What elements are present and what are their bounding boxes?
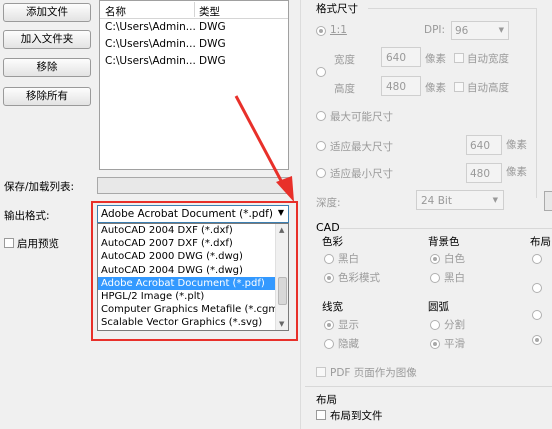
arc-smooth-radio[interactable] [430,339,440,349]
lw-show-radio[interactable] [324,320,334,330]
layout-radio[interactable] [532,254,542,264]
color-mode-label: 色彩模式 [338,272,380,284]
cad-section-title: CAD [316,221,340,234]
height-label: 高度 [334,83,355,95]
col-name-header[interactable]: 名称 [105,4,126,19]
max-possible-label: 最大可能尺寸 [330,111,393,123]
fit-min-value: 480 [470,168,491,180]
pdf-as-image-label: PDF 页面作为图像 [330,367,417,379]
ratio-label: 1:1 [330,24,347,36]
arc-split-label: 分割 [444,319,465,331]
arc-group-title: 圆弧 [428,301,449,313]
dpi-value: 96 [455,25,469,37]
pdf-as-image-checkbox[interactable] [316,367,326,377]
dpi-label: DPI: [424,24,446,36]
section-line [340,228,552,229]
fit-max-value: 640 [470,140,491,152]
max-possible-radio[interactable] [316,111,326,121]
custom-size-radio[interactable] [316,67,326,77]
height-input[interactable]: 480 [381,76,421,96]
file-type: DWG [199,38,226,50]
file-list-header: 名称 类型 [100,1,288,19]
enable-preview-label: 启用预览 [17,238,59,250]
fit-min-unit: 像素 [506,166,527,178]
bg-white-radio[interactable] [430,254,440,264]
save-load-label: 保存/加载列表: [4,181,75,193]
auto-height-label: 自动高度 [467,82,509,94]
file-name: C:\Users\Admin... [105,21,196,33]
width-unit: 像素 [425,53,446,65]
chevron-down-icon[interactable]: ▼ [493,196,498,204]
remove-button[interactable]: 移除 [3,58,91,77]
table-row[interactable]: C:\Users\Admin... DWG [100,36,288,53]
layout-radio[interactable] [532,310,542,320]
section-line [368,8,536,9]
table-row[interactable]: C:\Users\Admin... DWG [100,19,288,36]
depth-label: 深度: [316,197,341,209]
color-mode-radio[interactable] [324,273,334,283]
layout-group-title: 布局 [530,236,551,248]
layout-radio[interactable] [532,335,542,345]
panel-divider [300,0,301,429]
highlight-box [91,201,298,341]
lw-hide-radio[interactable] [324,339,334,349]
header-divider [194,2,195,17]
chevron-down-icon[interactable]: ▼ [499,26,504,34]
dpi-select[interactable]: 96 ▼ [451,21,509,40]
depth-value: 24 Bit [421,195,452,207]
arc-split-radio[interactable] [430,320,440,330]
enable-preview-checkbox[interactable] [4,238,14,248]
bg-group-title: 背景色 [428,236,460,248]
color-bw-label: 黑白 [338,253,359,265]
partial-button[interactable] [544,191,552,211]
color-group-title: 色彩 [322,236,343,248]
ratio-radio[interactable] [316,26,326,36]
layout-radio[interactable] [532,283,542,293]
layout-section-title: 布局 [316,394,337,406]
auto-width-label: 自动宽度 [467,53,509,65]
height-unit: 像素 [425,82,446,94]
lineweight-group-title: 线宽 [322,301,343,313]
depth-select[interactable]: 24 Bit ▼ [416,190,504,210]
height-value: 480 [386,81,407,93]
auto-height-checkbox[interactable] [454,82,464,92]
bg-black-label: 黑白 [444,272,465,284]
width-value: 640 [386,52,407,64]
file-name: C:\Users\Admin... [105,55,196,67]
layout-to-file-label: 布局到文件 [330,410,383,422]
fit-min-radio[interactable] [316,168,326,178]
file-name: C:\Users\Admin... [105,38,196,50]
width-label: 宽度 [334,54,355,66]
annotation-arrow-icon [234,95,294,202]
fit-max-label: 适应最大尺寸 [330,141,393,153]
fit-min-label: 适应最小尺寸 [330,168,393,180]
auto-width-checkbox[interactable] [454,53,464,63]
file-type: DWG [199,55,226,67]
remove-all-button[interactable]: 移除所有 [3,87,91,106]
add-folder-button[interactable]: 加入文件夹 [3,30,91,49]
color-bw-radio[interactable] [324,254,334,264]
output-format-label: 输出格式: [4,210,50,222]
lw-hide-label: 隐藏 [338,338,359,350]
fit-max-input[interactable]: 640 [466,135,502,155]
bg-white-label: 白色 [444,253,465,265]
layout-to-file-checkbox[interactable] [316,410,326,420]
add-file-button[interactable]: 添加文件 [3,3,91,22]
fit-max-radio[interactable] [316,141,326,151]
table-row[interactable]: C:\Users\Admin... DWG [100,53,288,70]
fit-min-input[interactable]: 480 [466,163,502,183]
fit-max-unit: 像素 [506,139,527,151]
file-type: DWG [199,21,226,33]
section-line [305,386,552,387]
size-section-title: 格式尺寸 [316,3,358,15]
bg-black-radio[interactable] [430,273,440,283]
col-type-header[interactable]: 类型 [199,4,220,19]
arc-smooth-label: 平滑 [444,338,465,350]
width-input[interactable]: 640 [381,47,421,67]
section-line [536,8,537,198]
lw-show-label: 显示 [338,319,359,331]
